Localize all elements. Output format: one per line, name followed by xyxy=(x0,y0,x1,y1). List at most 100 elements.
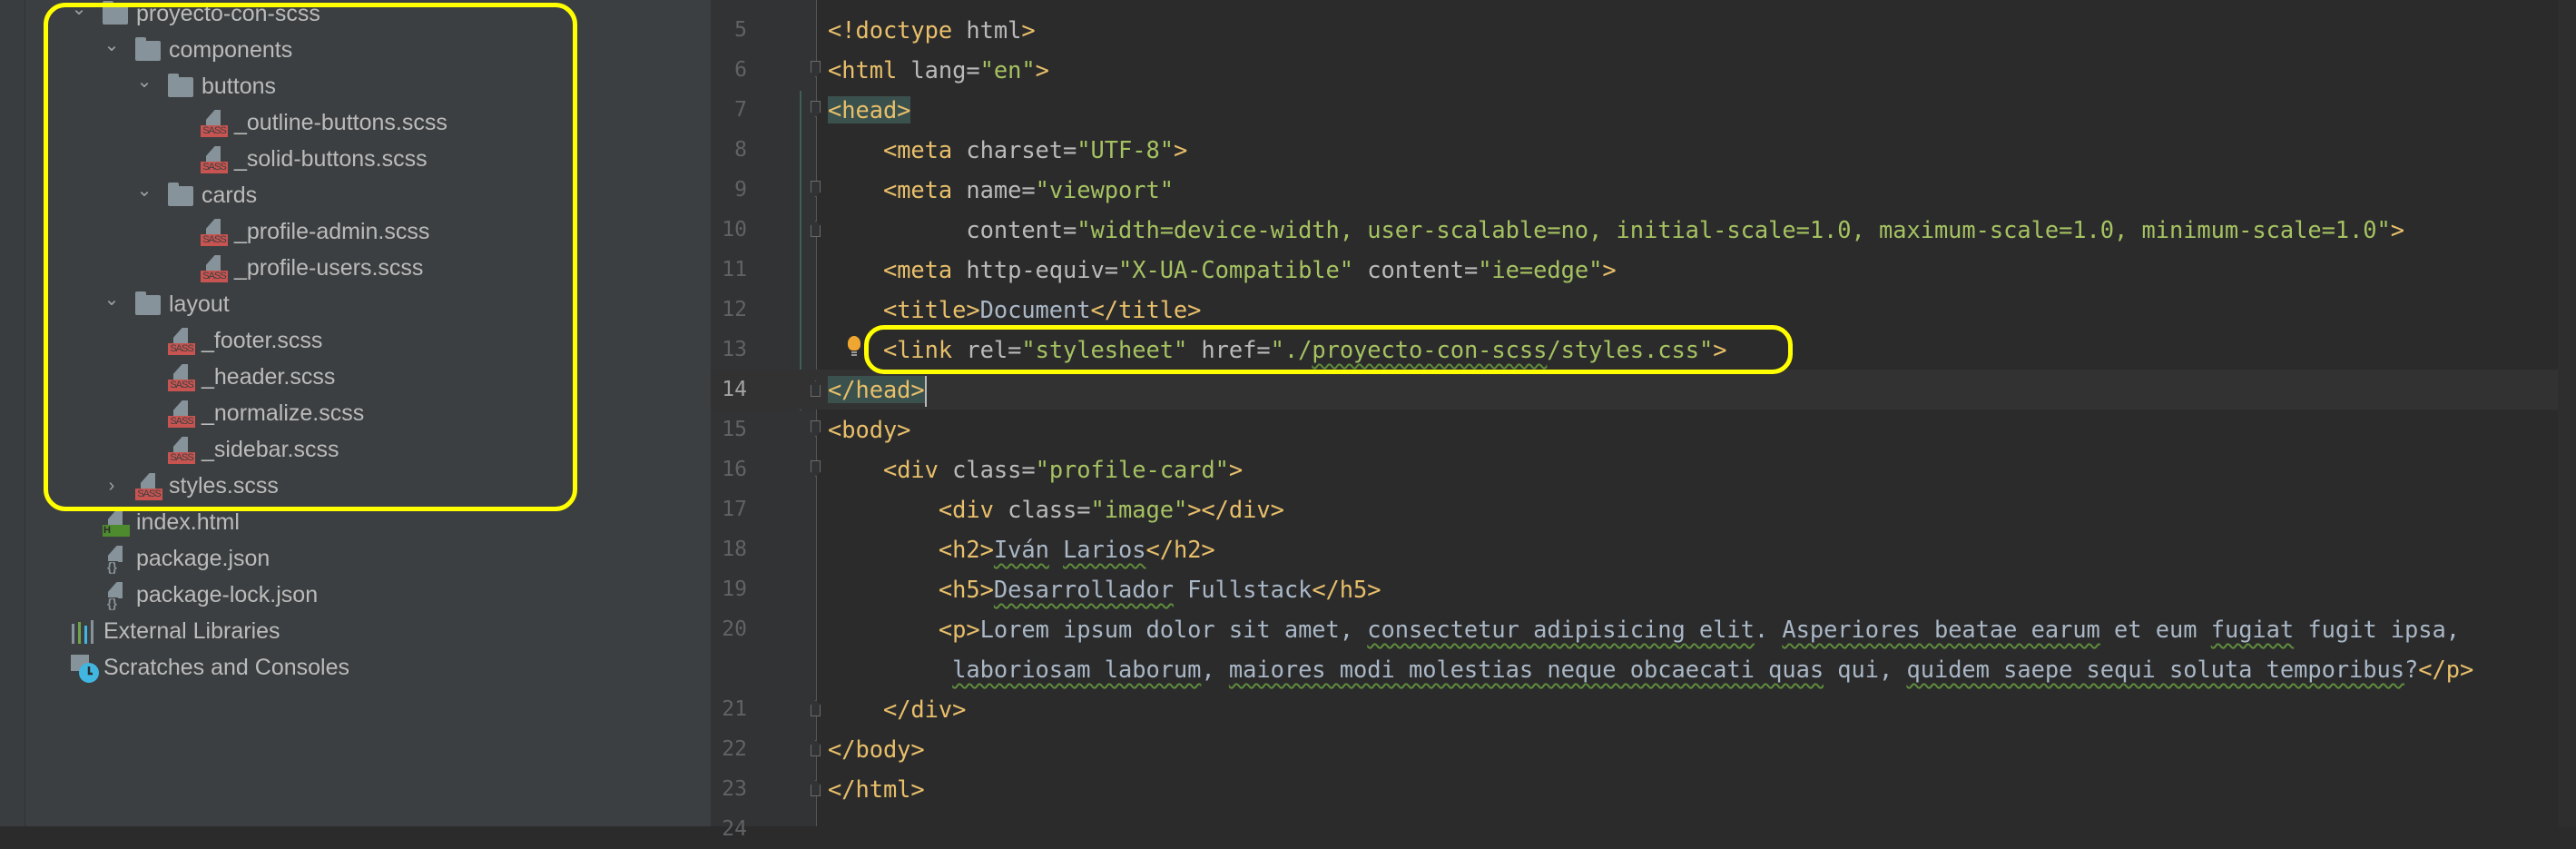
chevron-down-icon[interactable]: ⌄ xyxy=(133,172,156,208)
tree-item[interactable]: Scratches and Consoles xyxy=(0,649,711,686)
fold-marker-icon[interactable] xyxy=(811,700,821,716)
folder-icon xyxy=(135,37,161,61)
chevron-down-icon[interactable]: ⌄ xyxy=(100,281,123,317)
code-text: </div> xyxy=(828,689,966,729)
code-text: </body> xyxy=(828,729,925,769)
code-line[interactable]: 15 <body> xyxy=(711,410,2576,449)
intention-bulb-icon[interactable] xyxy=(848,336,860,356)
code-line[interactable]: 7 <head> xyxy=(711,90,2576,130)
code-token-text: Desarrollador xyxy=(993,576,1174,603)
line-number: 20 xyxy=(722,617,747,641)
folder-icon xyxy=(168,183,193,206)
tree-item-label: _outline-buttons.scss xyxy=(234,109,447,135)
tree-item[interactable]: External Libraries xyxy=(0,613,711,649)
code-line[interactable]: 19 <h5>Desarrollador Fullstack</h5> xyxy=(711,569,2576,609)
code-line[interactable]: 21 </div> xyxy=(711,689,2576,729)
chevron-right-icon[interactable]: › xyxy=(100,468,123,504)
code-token-val: "stylesheet" xyxy=(1021,336,1188,363)
tree-item[interactable]: ⌄ buttons xyxy=(0,68,711,104)
tree-item[interactable]: SASS _profile-admin.scss xyxy=(0,213,711,250)
code-token-attr: name xyxy=(952,176,1022,203)
line-number: 23 xyxy=(722,777,747,801)
code-line[interactable]: 10 content="width=device-width, user-sca… xyxy=(711,210,2576,250)
code-line[interactable]: 11 <meta http-equiv="X-UA-Compatible" co… xyxy=(711,250,2576,290)
code-line[interactable]: 12 <title>Document</title> xyxy=(711,290,2576,330)
code-token-tag: <div xyxy=(882,456,939,483)
code-line[interactable]: 9 <meta name="viewport" xyxy=(711,170,2576,210)
chevron-down-icon[interactable]: ⌄ xyxy=(67,0,91,26)
code-line[interactable]: 22 </body> xyxy=(711,729,2576,769)
sass-file-icon: SASS xyxy=(168,364,195,391)
code-text: <html lang="en"> xyxy=(828,50,1049,90)
tree-item[interactable]: SASS _normalize.scss xyxy=(0,395,711,431)
code-token-eq: = xyxy=(1463,256,1479,283)
code-line[interactable]: 24 xyxy=(711,809,2576,849)
file-icon xyxy=(173,437,188,453)
file-type-badge: H xyxy=(103,525,130,537)
code-line[interactable]: 13 <link rel="stylesheet" href="./proyec… xyxy=(711,330,2576,370)
code-token-tag: </html> xyxy=(828,775,925,803)
fold-marker-icon[interactable] xyxy=(811,380,821,397)
tree-item[interactable]: › SASS styles.scss xyxy=(0,468,711,504)
code-token-text: . xyxy=(1754,616,1783,643)
tree-item[interactable]: SASS _sidebar.scss xyxy=(0,431,711,468)
fold-marker-icon[interactable] xyxy=(811,460,821,477)
code-token-eq: = xyxy=(1008,336,1022,363)
fold-marker-icon[interactable] xyxy=(811,221,821,237)
tree-item[interactable]: ⌄ cards xyxy=(0,177,711,213)
code-token-text: Asperiores beatae earum xyxy=(1782,616,2100,643)
code-token-text: Iván xyxy=(993,536,1049,563)
code-line[interactable]: laboriosam laborum, maiores modi molesti… xyxy=(711,649,2576,689)
code-line[interactable]: 8 <meta charset="UTF-8"> xyxy=(711,130,2576,170)
code-line[interactable]: 6 <html lang="en"> xyxy=(711,50,2576,90)
sass-file-icon: SASS xyxy=(168,328,195,355)
fold-marker-icon[interactable] xyxy=(811,61,821,77)
code-token-text: quidem saepe sequi soluta temporibus xyxy=(1906,656,2404,683)
tree-item[interactable]: SASS _footer.scss xyxy=(0,322,711,359)
chevron-down-icon[interactable]: ⌄ xyxy=(133,63,156,99)
code-editor[interactable]: 5 <!doctype html> 6 <html lang="en"> 7 <head>… xyxy=(711,0,2576,841)
tree-item[interactable]: ⌄ components xyxy=(0,32,711,68)
tree-item-label: Scratches and Consoles xyxy=(103,654,349,680)
editor-scrollbar[interactable] xyxy=(2558,0,2576,826)
code-token-tag: <html xyxy=(828,56,898,84)
fold-marker-icon[interactable] xyxy=(811,780,821,796)
code-token-eq: = xyxy=(1021,176,1036,203)
tree-item[interactable]: ⌄ layout xyxy=(0,286,711,322)
chevron-down-icon[interactable]: ⌄ xyxy=(100,26,123,63)
code-line[interactable]: 20 <p>Lorem ipsum dolor sit amet, consec… xyxy=(711,609,2576,649)
code-token-tag: <!doctype xyxy=(828,16,953,44)
tree-item[interactable]: SASS _solid-buttons.scss xyxy=(0,141,711,177)
code-line[interactable]: 17 <div class="image"></div> xyxy=(711,489,2576,529)
tree-item[interactable]: SASS _outline-buttons.scss xyxy=(0,104,711,141)
code-token-tag: <meta xyxy=(882,136,953,163)
file-type-badge: {} xyxy=(106,596,118,610)
folder-icon xyxy=(135,291,161,315)
tree-item[interactable]: {} package.json xyxy=(0,540,711,577)
fold-marker-icon[interactable] xyxy=(811,101,821,117)
tree-item-label: components xyxy=(169,36,293,63)
tree-item[interactable]: Hindex.html xyxy=(0,504,711,540)
code-line[interactable]: 5 <!doctype html> xyxy=(711,10,2576,50)
tree-item[interactable]: SASS _header.scss xyxy=(0,359,711,395)
fold-marker-icon[interactable] xyxy=(811,181,821,197)
code-token-val: /styles.css" xyxy=(1547,336,1714,363)
code-line[interactable]: 23 </html> xyxy=(711,769,2576,809)
fold-marker-icon[interactable] xyxy=(811,740,821,756)
scratches-icon xyxy=(71,655,99,683)
code-token-text: ? xyxy=(2404,656,2419,683)
code-line[interactable]: 18 <h2>Iván Larios</h2> xyxy=(711,529,2576,569)
tree-item[interactable]: {} package-lock.json xyxy=(0,577,711,613)
tree-item-label: cards xyxy=(202,182,258,208)
fold-marker-icon[interactable] xyxy=(811,420,821,437)
code-line[interactable]: 16 <div class="profile-card"> xyxy=(711,449,2576,489)
code-token-eq: = xyxy=(1063,216,1077,243)
code-line[interactable]: 14 </head> xyxy=(711,370,2576,410)
code-token-tag: <h2> xyxy=(938,536,994,563)
code-token-tag: </h2> xyxy=(1145,536,1215,563)
